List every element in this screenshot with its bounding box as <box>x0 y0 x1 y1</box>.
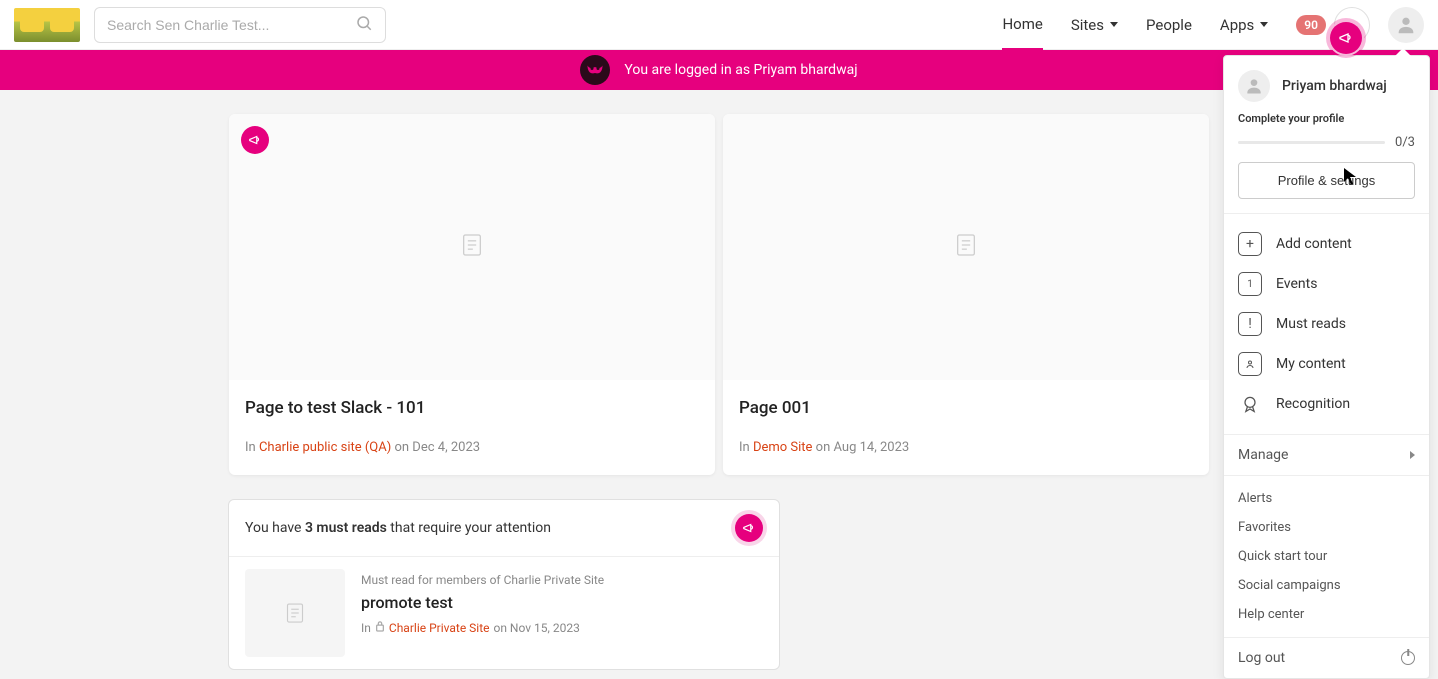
link-favorites[interactable]: Favorites <box>1238 513 1415 542</box>
award-icon <box>1238 392 1262 416</box>
link-help-center[interactable]: Help center <box>1238 600 1415 629</box>
bullhorn-icon[interactable] <box>1330 22 1362 54</box>
plus-icon: + <box>1238 232 1262 256</box>
search-input[interactable] <box>107 17 355 33</box>
mask-icon <box>580 55 610 85</box>
menu-must-reads[interactable]: ! Must reads <box>1230 304 1423 344</box>
chevron-right-icon <box>1410 451 1415 459</box>
nav-home[interactable]: Home <box>1002 0 1042 50</box>
card-meta: In Demo Site on Aug 14, 2023 <box>739 440 1193 455</box>
exclamation-icon: ! <box>1238 312 1262 336</box>
search-icon[interactable] <box>355 14 373 36</box>
logout-label: Log out <box>1238 650 1285 666</box>
calendar-icon: 1 <box>1238 272 1262 296</box>
must-read-item[interactable]: Must read for members of Charlie Private… <box>229 557 779 669</box>
content-card[interactable]: Page 001 In Demo Site on Aug 14, 2023 <box>723 114 1209 475</box>
profile-menu-list: + Add content 1 Events ! Must reads My c… <box>1224 214 1429 434</box>
profile-header: Priyam bhardwaj <box>1224 56 1429 112</box>
must-read-context: Must read for members of Charlie Private… <box>361 573 763 587</box>
menu-label: My content <box>1276 356 1346 372</box>
site-link[interactable]: Charlie Private Site <box>389 621 490 635</box>
card-meta: In Charlie public site (QA) on Dec 4, 20… <box>245 440 699 455</box>
meta-date: on Dec 4, 2023 <box>391 440 480 455</box>
must-read-body: Must read for members of Charlie Private… <box>361 569 763 657</box>
progress-count: 0/3 <box>1395 135 1415 150</box>
cards-row: Page to test Slack - 101 In Charlie publ… <box>229 114 1209 475</box>
nav-sites-label: Sites <box>1071 16 1104 34</box>
document-icon <box>956 233 976 261</box>
profile-name: Priyam bhardwaj <box>1282 78 1387 94</box>
menu-label: Events <box>1276 276 1317 292</box>
site-link[interactable]: Charlie public site (QA) <box>259 440 391 455</box>
profile-progress-section: Complete your profile 0/3 Profile & sett… <box>1224 112 1429 213</box>
must-reads-header: You have 3 must reads that require your … <box>229 500 779 557</box>
must-reads-header-text: You have 3 must reads that require your … <box>245 520 551 536</box>
progress-row: 0/3 <box>1238 135 1415 150</box>
complete-profile-label: Complete your profile <box>1238 112 1415 125</box>
mr-suffix: that require your attention <box>387 520 551 536</box>
mr-prefix: You have <box>245 520 305 536</box>
menu-label: Add content <box>1276 236 1352 252</box>
notification-count-badge[interactable]: 90 <box>1296 15 1326 35</box>
top-header: Home Sites People Apps 90 <box>0 0 1438 50</box>
link-quick-start-tour[interactable]: Quick start tour <box>1238 542 1415 571</box>
must-reads-panel: You have 3 must reads that require your … <box>228 499 780 670</box>
manage-label: Manage <box>1238 447 1288 463</box>
meta-prefix: In <box>739 440 753 455</box>
mr-meta-prefix: In <box>361 621 371 635</box>
user-avatar-button[interactable] <box>1388 7 1424 43</box>
menu-my-content[interactable]: My content <box>1230 344 1423 384</box>
bullhorn-icon[interactable] <box>735 514 763 542</box>
brand-logo[interactable] <box>14 8 80 42</box>
content-card[interactable]: Page to test Slack - 101 In Charlie publ… <box>229 114 715 475</box>
folder-person-icon <box>1238 352 1262 376</box>
must-read-meta: In Charlie Private Site on Nov 15, 2023 <box>361 620 763 635</box>
power-icon <box>1401 651 1415 665</box>
lock-icon <box>375 620 385 635</box>
banner-text: You are logged in as Priyam bhardwaj <box>624 62 857 78</box>
document-icon <box>462 233 482 261</box>
nav-sites[interactable]: Sites <box>1071 1 1118 49</box>
menu-manage[interactable]: Manage <box>1224 435 1429 475</box>
chevron-down-icon <box>1110 22 1118 27</box>
logout-button[interactable]: Log out <box>1224 638 1429 678</box>
menu-label: Recognition <box>1276 396 1350 412</box>
card-thumbnail <box>229 114 715 380</box>
card-body: Page 001 In Demo Site on Aug 14, 2023 <box>723 380 1209 475</box>
link-alerts[interactable]: Alerts <box>1238 484 1415 513</box>
card-body: Page to test Slack - 101 In Charlie publ… <box>229 380 715 475</box>
nav-apps[interactable]: Apps <box>1220 1 1268 49</box>
link-social-campaigns[interactable]: Social campaigns <box>1238 571 1415 600</box>
user-avatar-icon <box>1238 70 1270 102</box>
bullhorn-icon <box>241 126 269 154</box>
must-read-thumbnail <box>245 569 345 657</box>
menu-events[interactable]: 1 Events <box>1230 264 1423 304</box>
menu-label: Must reads <box>1276 316 1346 332</box>
progress-bar <box>1238 141 1385 144</box>
mr-count: 3 must reads <box>305 520 387 536</box>
menu-recognition[interactable]: Recognition <box>1230 384 1423 424</box>
card-thumbnail <box>723 114 1209 380</box>
card-title[interactable]: Page 001 <box>739 398 1193 418</box>
must-read-title[interactable]: promote test <box>361 593 763 612</box>
chevron-down-icon <box>1260 22 1268 27</box>
nav-apps-label: Apps <box>1220 16 1254 34</box>
profile-dropdown: Priyam bhardwaj Complete your profile 0/… <box>1223 55 1430 679</box>
nav-people[interactable]: People <box>1146 1 1192 49</box>
meta-date: on Aug 14, 2023 <box>812 440 909 455</box>
profile-settings-button[interactable]: Profile & settings <box>1238 162 1415 199</box>
profile-links: Alerts Favorites Quick start tour Social… <box>1224 476 1429 637</box>
card-title[interactable]: Page to test Slack - 101 <box>245 398 699 418</box>
search-box[interactable] <box>94 7 386 43</box>
site-link[interactable]: Demo Site <box>753 440 813 455</box>
meta-prefix: In <box>245 440 259 455</box>
menu-add-content[interactable]: + Add content <box>1230 224 1423 264</box>
mr-meta-date: on Nov 15, 2023 <box>493 621 579 635</box>
